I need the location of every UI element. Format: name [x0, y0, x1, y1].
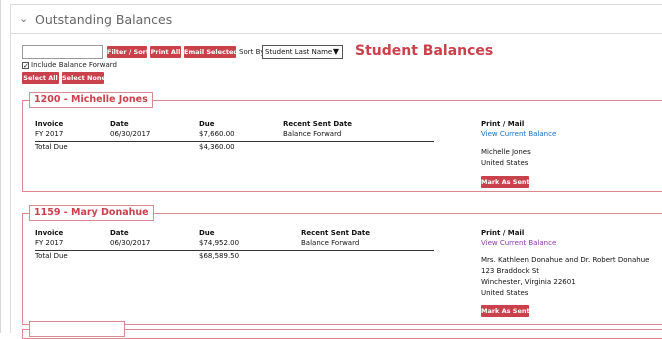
recent-sent-value: Balance Forward — [283, 130, 342, 138]
filter-sort-button[interactable]: Filter / Sort — [107, 46, 149, 58]
page-heading: Student Balances — [355, 43, 494, 59]
student-title[interactable]: 1159 - Mary Donahue — [29, 205, 154, 221]
sort-by-value: Student Last Name — [265, 48, 333, 56]
total-due-value: $68,589.50 — [199, 252, 240, 260]
invoice-value[interactable]: FY 2017 — [35, 130, 63, 138]
recent-sent-value: Balance Forward — [301, 239, 360, 247]
select-all-button[interactable]: Select All — [22, 72, 59, 84]
address-line: Mrs. Kathleen Donahue and Dr. Robert Don… — [481, 256, 650, 264]
address-line: United States — [481, 289, 529, 297]
due-value: $74,952.00 — [199, 239, 240, 247]
include-balance-forward-label: Include Balance Forward — [31, 61, 117, 69]
col-due: Due — [199, 120, 215, 128]
print-all-button[interactable]: Print All — [150, 46, 181, 58]
date-value: 06/30/2017 — [110, 239, 151, 247]
view-current-balance-link[interactable]: View Current Balance — [481, 130, 556, 138]
chevron-down-icon: ▼ — [332, 47, 339, 56]
address-line: Michelle Jones — [481, 148, 531, 156]
page-container: ⌄ Outstanding Balances Filter / Sort Pri… — [0, 0, 662, 339]
student-card: 1159 - Mary Donahue Invoice Date Due Rec… — [22, 205, 662, 325]
divider — [35, 250, 434, 251]
col-recent-sent-date: Recent Sent Date — [301, 229, 370, 237]
col-recent-sent-date: Recent Sent Date — [283, 120, 352, 128]
student-title[interactable] — [29, 321, 125, 337]
sort-by-select[interactable]: Student Last Name ▼ — [262, 45, 343, 59]
address-line: Winchester, Virginia 22601 — [481, 278, 576, 286]
address-line: 123 Braddock St — [481, 267, 540, 275]
panel-title: Outstanding Balances — [35, 12, 173, 27]
col-date: Date — [110, 229, 129, 237]
address-line: United States — [481, 159, 529, 167]
divider — [35, 141, 434, 142]
view-current-balance-link[interactable]: View Current Balance — [481, 239, 556, 247]
chevron-down-icon[interactable]: ⌄ — [19, 12, 28, 25]
total-due-label: Total Due — [35, 143, 68, 151]
invoice-value[interactable]: FY 2017 — [35, 239, 63, 247]
student-title[interactable]: 1200 - Michelle Jones — [29, 92, 153, 108]
col-invoice: Invoice — [35, 120, 64, 128]
total-due-label: Total Due — [35, 252, 68, 260]
total-due-value: $4,360.00 — [199, 143, 235, 151]
student-card: 1200 - Michelle Jones Invoice Date Due R… — [22, 92, 662, 192]
due-value: $7,660.00 — [199, 130, 235, 138]
search-input[interactable] — [22, 45, 103, 59]
col-invoice: Invoice — [35, 229, 64, 237]
print-mail-heading: Print / Mail — [481, 120, 525, 128]
col-date: Date — [110, 120, 129, 128]
student-card — [22, 321, 662, 339]
outstanding-balances-header[interactable]: ⌄ Outstanding Balances — [10, 4, 662, 34]
print-mail-heading: Print / Mail — [481, 229, 525, 237]
mark-as-sent-button[interactable]: Mark As Sent — [481, 305, 530, 317]
sort-by-label: Sort By — [239, 48, 265, 56]
include-balance-forward-checkbox[interactable]: ✓ — [22, 62, 29, 70]
col-due: Due — [199, 229, 215, 237]
select-none-button[interactable]: Select None — [62, 72, 106, 84]
email-selected-button[interactable]: Email Selected — [184, 46, 238, 58]
date-value: 06/30/2017 — [110, 130, 151, 138]
mark-as-sent-button[interactable]: Mark As Sent — [481, 176, 530, 188]
